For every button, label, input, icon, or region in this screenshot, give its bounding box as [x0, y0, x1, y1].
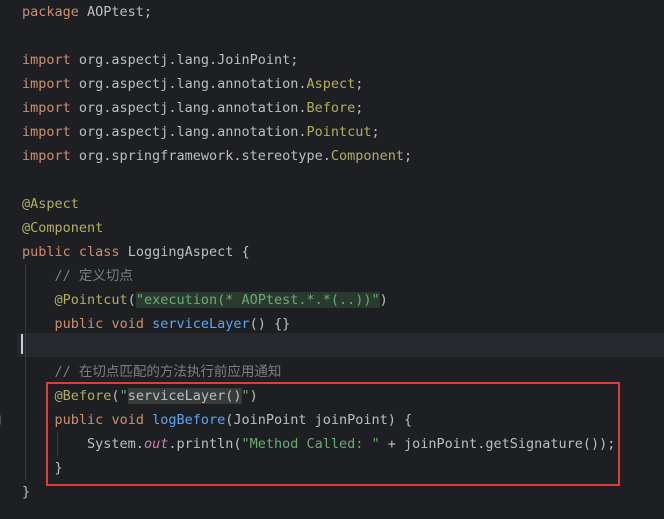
code-editor[interactable]: package AOPtest; import org.aspectj.lang…	[0, 0, 664, 519]
code-line-6: import org.aspectj.lang.annotation.Point…	[22, 124, 380, 140]
code-line-9: @Aspect	[22, 196, 79, 212]
code-line-14: public void serviceLayer() {}	[54, 316, 291, 332]
text-caret	[21, 334, 23, 354]
code-line-11: public class LoggingAspect {	[22, 244, 250, 260]
code-line-7: import org.springframework.stereotype.Co…	[22, 148, 413, 164]
editor-gutter	[0, 0, 17, 519]
code-line-1: package AOPtest;	[22, 4, 153, 20]
code-line-12: // 定义切点	[54, 268, 133, 284]
code-line-3: import org.aspectj.lang.JoinPoint;	[22, 52, 299, 68]
code-line-16: // 在切点匹配的方法执行前应用通知	[54, 364, 282, 380]
highlight-annotation-box	[46, 382, 620, 486]
current-line-highlight	[17, 333, 664, 357]
code-line-4: import org.aspectj.lang.annotation.Aspec…	[22, 76, 364, 92]
gutter-marker	[0, 415, 1, 425]
code-line-10: @Component	[22, 220, 104, 236]
code-line-5: import org.aspectj.lang.annotation.Befor…	[22, 100, 364, 116]
code-line-13: @Pointcut("execution(* AOPtest.*.*(..))"…	[54, 292, 388, 308]
code-line-21: }	[22, 484, 31, 500]
